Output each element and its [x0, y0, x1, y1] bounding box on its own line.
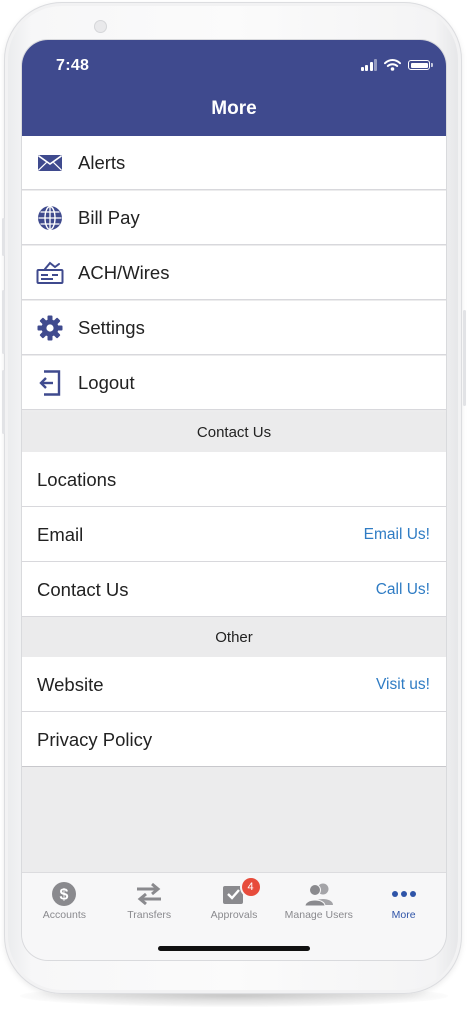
tab-label: More: [391, 909, 416, 921]
menu-item-label: ACH/Wires: [78, 261, 170, 283]
signal-icon: [360, 59, 377, 71]
tab-label: Accounts: [42, 909, 86, 921]
camera-icon: [94, 20, 107, 33]
tab-label: Approvals: [210, 909, 258, 921]
row-label: Locations: [37, 469, 117, 490]
approvals-badge: 4: [241, 878, 260, 896]
row-website[interactable]: Website Visit us!: [22, 657, 446, 712]
logout-icon: [36, 370, 64, 396]
menu-item-logout[interactable]: Logout: [22, 356, 446, 410]
menu-item-label: Alerts: [78, 151, 126, 173]
tab-accounts[interactable]: $ Accounts: [22, 873, 107, 933]
volume-up-button: [2, 290, 5, 354]
menu-item-label: Logout: [78, 371, 135, 393]
menu-item-alerts[interactable]: Alerts: [22, 136, 446, 190]
section-header-contact: Contact Us: [22, 412, 446, 452]
row-contact-us[interactable]: Contact Us Call Us!: [22, 562, 446, 617]
dollar-circle-icon: $: [22, 881, 107, 907]
section-header-other: Other: [22, 617, 446, 657]
battery-icon: [408, 60, 433, 70]
call-us-link[interactable]: Call Us!: [376, 581, 430, 599]
power-button: [463, 310, 466, 406]
visit-us-link[interactable]: Visit us!: [376, 676, 430, 694]
row-label: Privacy Policy: [37, 729, 153, 750]
transfer-arrows-icon: [107, 881, 192, 907]
row-label: Website: [37, 674, 104, 695]
row-label: Contact Us: [37, 579, 129, 600]
menu-item-label: Settings: [78, 316, 145, 338]
tab-approvals[interactable]: 4 Approvals: [192, 873, 277, 933]
svg-text:$: $: [60, 887, 69, 904]
volume-down-button: [2, 370, 5, 434]
menu-item-settings[interactable]: Settings: [22, 301, 446, 355]
check-wire-icon: [36, 260, 64, 286]
app-header: 7:48 More: [22, 40, 446, 136]
home-indicator[interactable]: [158, 946, 310, 951]
tab-manage-users[interactable]: Manage Users: [276, 873, 361, 933]
status-icons: [360, 59, 433, 71]
menu-item-ach-wires[interactable]: ACH/Wires: [22, 246, 446, 300]
tab-more[interactable]: More: [361, 873, 446, 933]
email-us-link[interactable]: Email Us!: [364, 526, 430, 544]
side-button: [2, 218, 5, 256]
page-title: More: [211, 98, 257, 119]
screen: 7:48 More Alerts Bill Pay ACH/Wires Sett…: [22, 40, 446, 960]
tab-transfers[interactable]: Transfers: [107, 873, 192, 933]
page: 7:48 More Alerts Bill Pay ACH/Wires Sett…: [0, 0, 468, 1024]
status-time: 7:48: [56, 57, 90, 74]
row-privacy-policy[interactable]: Privacy Policy: [22, 712, 446, 767]
more-dots-icon: [361, 881, 446, 907]
users-icon: [276, 881, 361, 907]
gear-icon: [36, 315, 64, 341]
wifi-icon: [384, 59, 401, 71]
tab-label: Transfers: [127, 909, 172, 921]
row-label: Email: [37, 524, 84, 545]
menu-item-label: Bill Pay: [78, 206, 140, 228]
menu-item-bill-pay[interactable]: Bill Pay: [22, 191, 446, 245]
envelope-icon: [36, 150, 64, 176]
tab-label: Manage Users: [284, 909, 353, 921]
row-locations[interactable]: Locations: [22, 452, 446, 507]
approval-check-icon: [192, 881, 277, 907]
globe-icon: [36, 205, 64, 231]
row-email[interactable]: Email Email Us!: [22, 507, 446, 562]
